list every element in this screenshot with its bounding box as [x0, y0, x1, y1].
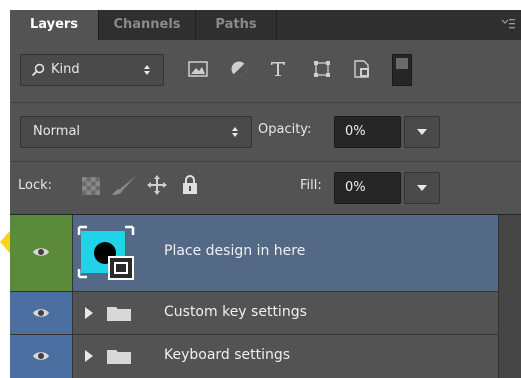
tab-channels[interactable]: Channels — [99, 10, 195, 40]
type-layer-filter-icon[interactable] — [266, 57, 290, 81]
updown-chevron-icon — [144, 65, 150, 75]
pixel-layer-filter-icon[interactable] — [186, 57, 210, 81]
blend-mode-value: Normal — [33, 124, 81, 139]
shape-layer-filter-icon[interactable] — [310, 57, 334, 81]
folder-icon — [107, 350, 131, 364]
lock-image-pixels-icon[interactable] — [112, 174, 138, 196]
filter-toggle-knob — [396, 58, 408, 69]
chevron-down-icon — [417, 129, 427, 135]
lock-transparent-pixels-icon[interactable] — [82, 177, 100, 195]
filter-kind-select[interactable]: Kind — [20, 54, 164, 86]
panel-menu-icon[interactable] — [501, 17, 515, 31]
eye-icon — [33, 309, 49, 317]
fill-label: Fill: — [300, 178, 322, 193]
filter-toggle-switch[interactable] — [392, 54, 412, 86]
layers-panel: Layers Channels Paths Kind Normal Opacit… — [10, 10, 521, 378]
lock-label: Lock: — [18, 178, 53, 193]
blend-row: Normal Opacity: 0% — [10, 103, 521, 162]
filter-kind-label: Kind — [51, 62, 80, 77]
opacity-label: Opacity: — [258, 122, 312, 137]
tab-divider — [276, 10, 277, 40]
opacity-input[interactable]: 0% — [334, 116, 401, 148]
fill-value: 0% — [345, 180, 366, 195]
opacity-dropdown-button[interactable] — [404, 116, 440, 148]
expand-triangle-icon[interactable] — [84, 349, 94, 363]
panel-tab-bar: Layers Channels Paths — [10, 10, 521, 40]
layer-row[interactable]: Custom key settings — [10, 292, 521, 335]
tab-layers[interactable]: Layers — [10, 10, 98, 40]
lock-position-icon[interactable] — [146, 174, 168, 196]
eye-icon — [33, 248, 49, 256]
layer-row-selected[interactable]: Place design in here — [10, 215, 521, 292]
layer-name: Place design in here — [164, 243, 306, 259]
folder-icon — [107, 307, 131, 321]
chevron-down-icon — [417, 185, 427, 191]
fill-input[interactable]: 0% — [334, 172, 401, 204]
visibility-toggle[interactable] — [10, 335, 73, 378]
visibility-toggle[interactable] — [10, 292, 73, 334]
tab-paths[interactable]: Paths — [196, 10, 276, 40]
scrollbar[interactable] — [498, 215, 521, 378]
blend-mode-select[interactable]: Normal — [20, 116, 252, 148]
eye-icon — [33, 352, 49, 360]
visibility-toggle[interactable] — [10, 215, 73, 291]
filter-row: Kind — [10, 40, 521, 103]
adjustment-layer-filter-icon[interactable] — [227, 57, 251, 81]
fill-dropdown-button[interactable] — [404, 172, 440, 204]
expand-triangle-icon[interactable] — [84, 306, 94, 320]
search-icon — [31, 63, 45, 77]
lock-all-icon[interactable] — [182, 174, 198, 196]
layer-list: Place design in here Custom key settings — [10, 215, 521, 378]
layer-name: Keyboard settings — [164, 347, 291, 363]
smart-object-filter-icon[interactable] — [350, 57, 374, 81]
updown-chevron-icon — [232, 127, 238, 137]
layer-thumbnail — [77, 223, 139, 283]
layer-row[interactable]: Keyboard settings — [10, 335, 521, 378]
opacity-value: 0% — [345, 124, 366, 139]
lock-row: Lock: Fill: 0% — [10, 162, 521, 215]
layer-name: Custom key settings — [164, 304, 307, 320]
